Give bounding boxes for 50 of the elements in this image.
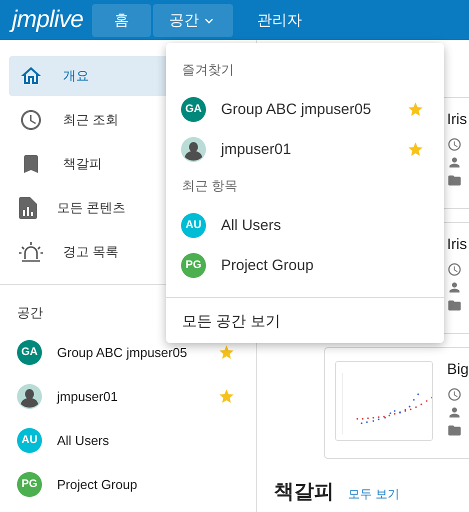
sidebar-item-label: 책갈피 xyxy=(63,155,102,173)
space-name[interactable]: All Users xyxy=(221,216,424,234)
person-icon xyxy=(447,405,462,420)
sidebar-item-label: 개요 xyxy=(63,67,89,85)
user-avatar xyxy=(17,384,42,408)
card-title: Big xyxy=(447,361,469,378)
star-icon[interactable] xyxy=(407,100,424,118)
content-card[interactable]: Big xyxy=(324,347,469,459)
star-icon[interactable] xyxy=(407,140,424,158)
view-all-spaces-link[interactable]: 모든 공간 보기 xyxy=(166,298,444,343)
sidebar-item-label: 모든 콘텐츠 xyxy=(57,199,126,217)
space-name[interactable]: Group ABC jmpuser05 xyxy=(221,100,392,118)
menu-heading: 즐겨찾기 xyxy=(181,61,235,79)
space-name[interactable]: Project Group xyxy=(221,256,424,274)
card-title: Iris xyxy=(447,236,467,253)
folder-icon xyxy=(447,423,462,438)
star-icon[interactable] xyxy=(218,344,235,360)
menu-heading: 최근 항목 xyxy=(181,177,239,195)
clock-icon xyxy=(19,108,43,132)
sidebar-item-label: 최근 조회 xyxy=(63,111,119,129)
person-icon xyxy=(447,280,462,295)
space-avatar: PG xyxy=(17,472,42,496)
nav-tab[interactable]: 관리자 xyxy=(235,4,324,37)
section-title: 책갈피 xyxy=(274,480,334,505)
space-name[interactable]: Group ABC jmpuser05 xyxy=(57,344,203,360)
section-heading: 공간 xyxy=(17,304,43,322)
clock-icon xyxy=(447,262,462,277)
space-avatar: AU xyxy=(17,428,42,452)
siren-icon xyxy=(19,241,43,263)
nav-tab[interactable]: 홈 xyxy=(92,4,152,37)
clock-icon xyxy=(447,137,462,152)
document-chart-icon xyxy=(19,197,37,219)
space-name[interactable]: All Users xyxy=(57,432,235,448)
user-avatar xyxy=(181,136,206,162)
view-all-link[interactable]: 모두 보기 xyxy=(348,486,400,503)
clock-icon xyxy=(447,387,462,402)
space-avatar: AU xyxy=(181,212,206,238)
sidebar-item-label: 경고 목록 xyxy=(63,243,119,261)
space-name[interactable]: jmpuser01 xyxy=(57,388,203,404)
folder-icon xyxy=(447,298,462,313)
space-name[interactable]: jmpuser01 xyxy=(221,140,392,158)
space-avatar: GA xyxy=(181,96,206,122)
nav-tab[interactable]: 공간 xyxy=(153,4,234,37)
folder-icon xyxy=(447,173,462,188)
person-icon xyxy=(447,155,462,170)
space-name[interactable]: Project Group xyxy=(57,476,235,492)
space-avatar: GA xyxy=(17,340,42,364)
card-title: Iris xyxy=(447,111,467,128)
space-avatar: PG xyxy=(181,252,206,278)
star-icon[interactable] xyxy=(218,388,235,404)
